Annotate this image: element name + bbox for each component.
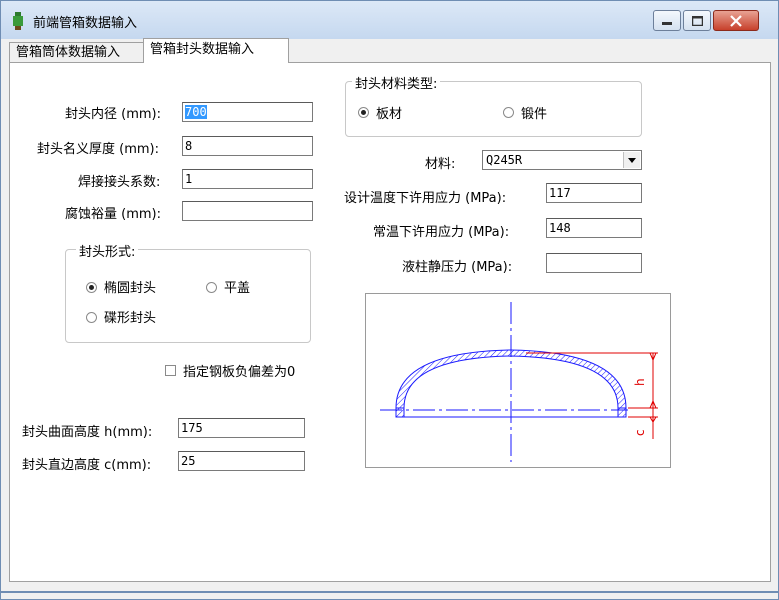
nominal-thickness-label: 封头名义厚度 (mm): bbox=[37, 142, 159, 157]
plate-label: 板材 bbox=[376, 107, 403, 122]
title-bar: 前端管箱数据输入 bbox=[1, 1, 778, 39]
inner-diameter-label: 封头内径 (mm): bbox=[65, 107, 161, 122]
c-dimension-label: c bbox=[633, 429, 647, 436]
liquid-pressure-label: 液柱静压力 (MPa): bbox=[402, 260, 513, 275]
weld-coeff-input[interactable]: 1 bbox=[182, 169, 313, 189]
material-label: 材料: bbox=[425, 157, 456, 172]
head-form-title: 封头形式: bbox=[76, 241, 139, 260]
window-bottom-border bbox=[1, 591, 778, 593]
flat-cover-label: 平盖 bbox=[224, 281, 251, 296]
maximize-icon bbox=[692, 16, 703, 26]
allow-stress-design-label: 设计温度下许用应力 (MPa): bbox=[344, 191, 507, 206]
dished-head-radio[interactable] bbox=[86, 312, 97, 323]
material-type-group: 封头材料类型: 板材 锻件 bbox=[345, 73, 642, 137]
tab-panel: 封头内径 (mm): 700 封头名义厚度 (mm): 8 焊接接头系数: 1 … bbox=[9, 62, 771, 582]
ellipse-head-radio[interactable] bbox=[86, 282, 97, 293]
forging-radio[interactable] bbox=[503, 107, 514, 118]
nominal-thickness-input[interactable]: 8 bbox=[182, 136, 313, 156]
curve-height-input[interactable]: 175 bbox=[178, 418, 305, 438]
dropdown-button[interactable] bbox=[623, 152, 640, 168]
inner-diameter-value: 700 bbox=[185, 105, 207, 119]
inner-diameter-input[interactable]: 700 bbox=[182, 102, 313, 122]
close-button[interactable] bbox=[713, 10, 759, 31]
material-select[interactable]: Q245R bbox=[482, 150, 642, 170]
material-type-title: 封头材料类型: bbox=[352, 73, 441, 92]
zero-tolerance-label: 指定钢板负偏差为0 bbox=[183, 365, 296, 380]
h-dimension-label: h bbox=[633, 378, 647, 386]
allow-stress-room-input[interactable]: 148 bbox=[546, 218, 642, 238]
minimize-button[interactable] bbox=[653, 10, 681, 31]
material-value: Q245R bbox=[486, 153, 523, 167]
forging-label: 锻件 bbox=[521, 107, 548, 122]
chevron-down-icon bbox=[628, 158, 636, 163]
plate-radio[interactable] bbox=[358, 107, 369, 118]
zero-tolerance-checkbox[interactable] bbox=[165, 365, 176, 376]
straight-height-input[interactable]: 25 bbox=[178, 451, 305, 471]
allow-stress-design-input[interactable]: 117 bbox=[546, 183, 642, 203]
ellipse-head-drawing: h c bbox=[380, 302, 658, 462]
weld-coeff-label: 焊接接头系数: bbox=[78, 175, 161, 190]
corrosion-input[interactable] bbox=[182, 201, 313, 221]
straight-height-label: 封头直边高度 c(mm): bbox=[22, 458, 152, 473]
head-diagram: h c bbox=[365, 293, 671, 468]
maximize-button[interactable] bbox=[683, 10, 711, 31]
application-window: 前端管箱数据输入 管箱筒体数据输入 管箱封头数据输入 封头内径 (mm): 70… bbox=[0, 0, 779, 600]
tab-head-data[interactable]: 管箱封头数据输入 bbox=[143, 38, 289, 63]
corrosion-label: 腐蚀裕量 (mm): bbox=[65, 207, 161, 222]
liquid-pressure-input[interactable] bbox=[546, 253, 642, 273]
close-icon bbox=[730, 15, 742, 27]
allow-stress-room-label: 常温下许用应力 (MPa): bbox=[373, 225, 510, 240]
dished-head-label: 碟形封头 bbox=[104, 311, 157, 326]
head-form-group: 封头形式: 椭圆封头 平盖 碟形封头 bbox=[65, 241, 311, 343]
curve-height-label: 封头曲面高度 h(mm): bbox=[22, 425, 153, 440]
minimize-icon bbox=[662, 22, 672, 25]
flat-cover-radio[interactable] bbox=[206, 282, 217, 293]
ellipse-head-label: 椭圆封头 bbox=[104, 281, 157, 296]
app-icon bbox=[13, 12, 23, 30]
tab-shell-data[interactable]: 管箱筒体数据输入 bbox=[9, 42, 144, 62]
window-title: 前端管箱数据输入 bbox=[33, 16, 138, 31]
